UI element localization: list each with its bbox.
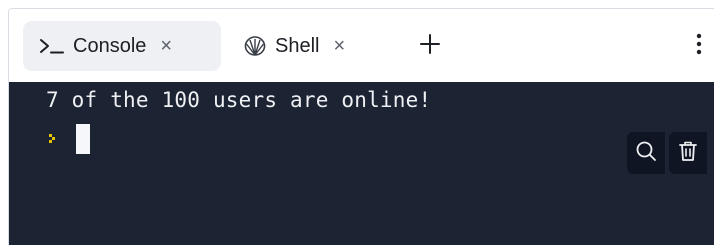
search-button[interactable] [627, 132, 665, 174]
tab-console-label: Console [73, 34, 147, 57]
console-input-line[interactable] [46, 124, 90, 154]
console-output-area[interactable]: 7 of the 100 users are online! [9, 82, 714, 245]
tab-console[interactable]: Console × [23, 21, 221, 71]
console-panel: Console × Shell × 7 of the 100 users are… [8, 8, 714, 245]
text-cursor [76, 124, 90, 154]
tab-shell-label: Shell [275, 34, 320, 57]
more-options-button[interactable] [689, 31, 709, 61]
plus-icon [419, 33, 441, 60]
clear-console-button[interactable] [669, 132, 707, 174]
shell-icon [243, 35, 267, 57]
prompt-chevron-icon [46, 131, 62, 147]
add-tab-button[interactable] [415, 31, 445, 61]
tab-bar: Console × Shell × [9, 9, 714, 82]
tab-console-close-icon[interactable]: × [160, 36, 172, 56]
trash-icon [678, 140, 698, 167]
console-output-line: 7 of the 100 users are online! [46, 88, 432, 112]
tab-shell-close-icon[interactable]: × [333, 36, 345, 56]
console-prompt-icon [39, 37, 65, 55]
tab-shell[interactable]: Shell × [231, 21, 397, 71]
search-icon [635, 140, 657, 167]
kebab-menu-icon [696, 33, 702, 60]
